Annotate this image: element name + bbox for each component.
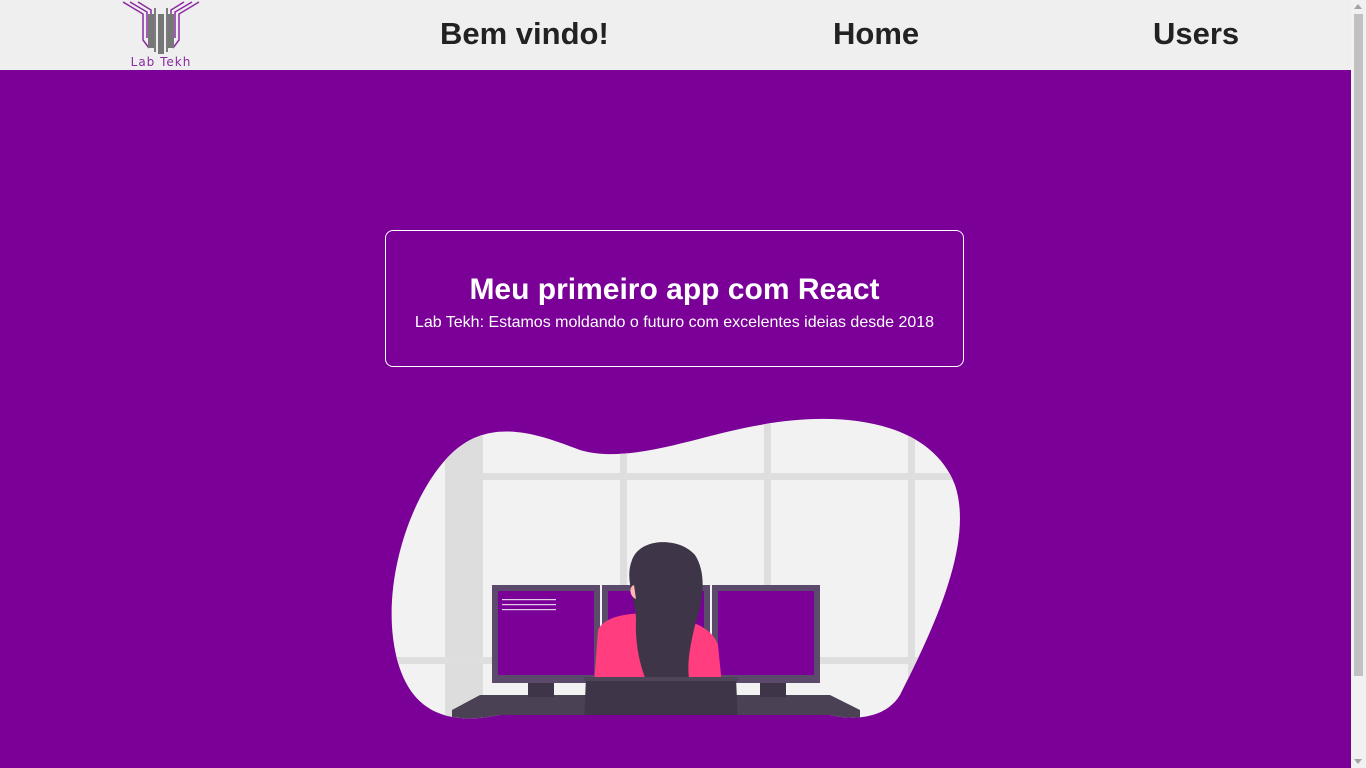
header-bar: Lab Tekh Bem vindo! Home Users: [0, 0, 1351, 70]
woman-at-computers-illustration: [390, 415, 960, 725]
scroll-up-arrow-icon[interactable]: [1354, 4, 1362, 9]
scrollbar-thumb[interactable]: [1354, 14, 1363, 676]
logo-text: Lab Tekh: [130, 55, 192, 69]
nav-users-link[interactable]: Users: [1153, 16, 1239, 52]
logo[interactable]: Lab Tekh: [118, 0, 204, 70]
vertical-scrollbar[interactable]: [1351, 0, 1366, 768]
scroll-down-arrow-icon[interactable]: [1354, 759, 1362, 764]
page: Lab Tekh Bem vindo! Home Users Meu prime…: [0, 0, 1366, 768]
hero-title: Meu primeiro app com React: [469, 273, 880, 306]
hero-card: Meu primeiro app com React Lab Tekh: Est…: [385, 230, 964, 367]
illustration-svg: [391, 418, 960, 719]
hero-subtitle: Lab Tekh: Estamos moldando o futuro com …: [414, 314, 935, 331]
nav-welcome-link[interactable]: Bem vindo!: [440, 16, 609, 52]
nav-home-link[interactable]: Home: [833, 16, 919, 52]
lab-tekh-logo-icon: [122, 1, 200, 54]
